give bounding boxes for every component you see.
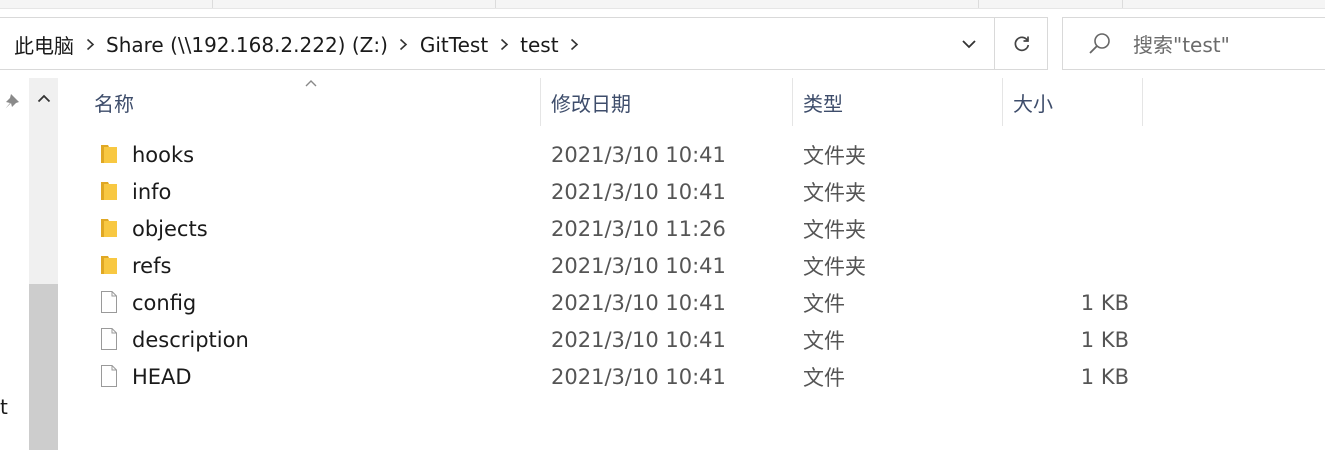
scroll-thumb[interactable] [29, 284, 58, 450]
file-icon [101, 291, 117, 313]
file-date: 2021/3/10 10:41 [551, 327, 726, 352]
column-divider[interactable] [1142, 78, 1143, 126]
column-header-name[interactable]: 名称 [94, 78, 134, 126]
ribbon-strip [0, 0, 1325, 9]
file-name: refs [132, 253, 172, 278]
ribbon-divider [1122, 0, 1123, 8]
breadcrumb-gittest[interactable]: GitTest [420, 33, 488, 57]
pin-icon [5, 94, 19, 109]
file-size [1053, 173, 1129, 210]
folder-icon [101, 256, 117, 274]
folder-icon [101, 219, 117, 237]
file-size [1053, 136, 1129, 173]
breadcrumb-test[interactable]: test [520, 33, 558, 57]
file-type: 文件夹 [803, 254, 866, 279]
chevron-right-icon[interactable] [74, 18, 106, 71]
file-name: objects [132, 216, 208, 241]
file-row-config[interactable]: config 2021/3/10 10:41 文件 1 KB [60, 284, 1160, 321]
file-type: 文件夹 [803, 143, 866, 168]
file-name: info [132, 179, 172, 204]
file-date: 2021/3/10 10:41 [551, 253, 726, 278]
ribbon-divider [212, 0, 213, 8]
file-size [1053, 247, 1129, 284]
file-icon [101, 365, 117, 387]
column-divider[interactable] [792, 78, 793, 126]
refresh-icon [1014, 36, 1029, 51]
chevron-down-icon [962, 39, 976, 48]
column-divider[interactable] [1002, 78, 1003, 126]
file-row-description[interactable]: description 2021/3/10 10:41 文件 1 KB [60, 321, 1160, 358]
file-type: 文件 [803, 328, 845, 353]
file-date: 2021/3/10 10:41 [551, 142, 726, 167]
chevron-right-icon[interactable] [488, 18, 520, 71]
file-row-info[interactable]: info 2021/3/10 10:41 文件夹 [60, 173, 1160, 210]
column-header-type[interactable]: 类型 [803, 78, 843, 126]
file-type: 文件夹 [803, 217, 866, 242]
folder-icon [101, 145, 117, 163]
file-date: 2021/3/10 10:41 [551, 290, 726, 315]
column-divider[interactable] [540, 78, 541, 126]
breadcrumb-share-drive[interactable]: Share (\\192.168.2.222) (Z:) [106, 33, 388, 57]
file-list: hooks 2021/3/10 10:41 文件夹 info 2021/3/10… [60, 136, 1325, 395]
file-type: 文件 [803, 365, 845, 390]
file-date: 2021/3/10 10:41 [551, 179, 726, 204]
breadcrumb: 此电脑 Share (\\192.168.2.222) (Z:) GitTest… [0, 18, 591, 71]
file-size: 1 KB [1080, 290, 1129, 315]
file-name: config [132, 290, 197, 315]
file-name: hooks [132, 142, 195, 167]
sort-ascending-icon [305, 80, 317, 87]
refresh-button[interactable] [994, 18, 1048, 69]
file-row-objects[interactable]: objects 2021/3/10 11:26 文件夹 [60, 210, 1160, 247]
file-row-head[interactable]: HEAD 2021/3/10 10:41 文件 1 KB [60, 358, 1160, 395]
column-header-date[interactable]: 修改日期 [551, 78, 631, 126]
chevron-up-icon [37, 94, 50, 102]
file-type: 文件 [803, 291, 845, 316]
scroll-up-button[interactable] [29, 78, 58, 118]
file-type: 文件夹 [803, 180, 866, 205]
file-date: 2021/3/10 10:41 [551, 364, 726, 389]
file-name: description [132, 327, 249, 352]
column-headers: 名称 修改日期 类型 大小 [60, 78, 1325, 126]
search-box[interactable]: 搜索"test" [1062, 17, 1325, 70]
file-size: 1 KB [1080, 327, 1129, 352]
chevron-right-icon[interactable] [388, 18, 420, 71]
folder-icon [101, 182, 117, 200]
address-bar[interactable]: 此电脑 Share (\\192.168.2.222) (Z:) GitTest… [0, 17, 1048, 70]
file-icon [101, 328, 117, 350]
file-row-hooks[interactable]: hooks 2021/3/10 10:41 文件夹 [60, 136, 1160, 173]
search-input[interactable]: 搜索"test" [1133, 29, 1230, 58]
file-date: 2021/3/10 11:26 [551, 216, 726, 241]
nav-scrollbar[interactable] [29, 78, 58, 450]
file-size [1053, 210, 1129, 247]
address-history-button[interactable] [947, 18, 991, 69]
file-row-refs[interactable]: refs 2021/3/10 10:41 文件夹 [60, 247, 1160, 284]
file-size: 1 KB [1080, 364, 1129, 389]
column-header-size[interactable]: 大小 [1013, 78, 1053, 126]
ribbon-divider [978, 0, 979, 8]
file-name: HEAD [132, 364, 192, 389]
search-icon [1089, 32, 1110, 54]
chevron-right-icon[interactable] [559, 18, 591, 71]
ribbon-divider [495, 0, 496, 8]
nav-item-partial[interactable]: t [0, 395, 8, 419]
breadcrumb-this-pc[interactable]: 此电脑 [14, 30, 74, 59]
